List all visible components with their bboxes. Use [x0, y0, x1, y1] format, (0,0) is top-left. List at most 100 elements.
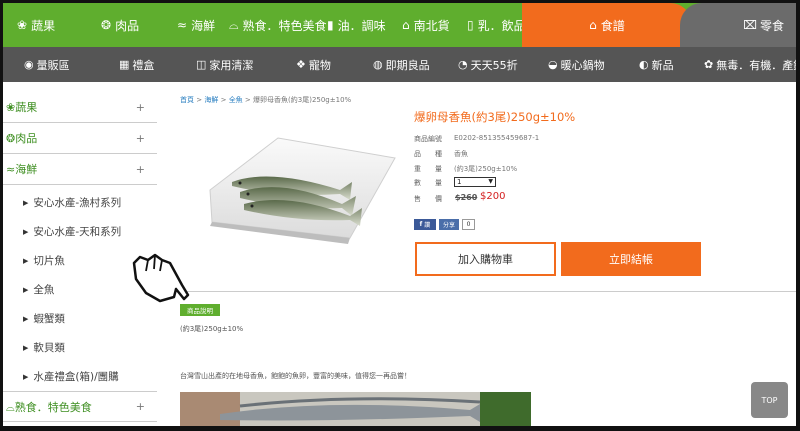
breadcrumb-whole-fish[interactable]: 全魚	[229, 96, 243, 104]
sidebar-subitem-label: 軟貝類	[33, 342, 65, 354]
sidebar-subitem-label: 安心水產-天和系列	[33, 226, 122, 238]
description-text: 台灣雪山出產的在地母香魚，飽飽的魚卵，豐富的美味，值得您一再品嘗！	[180, 372, 411, 380]
sub-tab-bulk[interactable]: ◉ 量販區	[24, 47, 70, 82]
top-tab-dairy[interactable]: ▯ 乳．飲品	[467, 3, 526, 47]
house-icon: ⌂	[402, 18, 410, 32]
expand-icon[interactable]: +	[136, 400, 145, 413]
sidebar-subitem[interactable]: ▶ 安心水產-天和系列	[3, 217, 157, 246]
meat-icon: ❂	[6, 132, 16, 145]
sidebar-item-label: 蔬果	[15, 101, 38, 114]
top-tab-seafood[interactable]: ≈ 海鮮	[177, 3, 215, 47]
field-label: 數 量	[414, 179, 442, 187]
social-share: f讚 分享 0	[414, 219, 475, 230]
sidebar-subitem[interactable]: ▶ 蝦蟹類	[3, 304, 157, 333]
top-tab-label: 零食	[759, 18, 784, 33]
milk-icon: ▯	[467, 18, 474, 32]
top-tab-label: 油．調味	[337, 18, 386, 33]
sidebar-subitem-label: 蝦蟹類	[33, 313, 65, 325]
sub-tab-hotpot[interactable]: ◒ 暖心鍋物	[548, 47, 605, 82]
dish-icon: ⌓	[229, 17, 239, 32]
new-icon: ◐	[639, 58, 649, 71]
snack-icon: ⌧	[743, 18, 757, 32]
add-to-cart-button[interactable]: 加入購物車	[415, 242, 556, 276]
top-tab-label: 乳．飲品	[477, 18, 526, 33]
section-divider	[165, 291, 796, 292]
expand-icon[interactable]: +	[136, 132, 145, 145]
sidebar-subitem[interactable]: ▶ 安心水產-漁村系列	[3, 188, 157, 217]
sub-tab-label: 無毒．有機．產銷	[716, 58, 800, 72]
breadcrumb-current: 爆卵母香魚(約3尾)250g±10%	[253, 96, 352, 104]
sub-tab-label: 新品	[651, 58, 674, 72]
sub-tab-label: 即期良品	[385, 58, 430, 72]
chat-icon: ◉	[24, 58, 34, 71]
breadcrumb: 首頁 > 海鮮 > 全魚 > 爆卵母香魚(約3尾)250g±10%	[180, 95, 351, 105]
top-tab-meat[interactable]: ❂ 肉品	[101, 3, 139, 47]
expand-icon[interactable]: +	[136, 163, 145, 176]
quantity-value: 1	[457, 178, 462, 186]
sub-tab-gift-box[interactable]: ▦ 禮盒	[119, 47, 154, 82]
expand-icon[interactable]: +	[136, 101, 145, 114]
top-tab-recipe[interactable]: ⌂ 食譜	[522, 3, 692, 47]
original-price: $260	[455, 193, 478, 202]
breadcrumb-separator: >	[196, 96, 203, 104]
sub-tab-label: 天天55折	[470, 58, 518, 72]
sidebar-subitem[interactable]: ▶ 水產禮盒(箱)/團購	[3, 362, 157, 391]
back-to-top-button[interactable]: TOP	[751, 382, 788, 418]
triangle-right-icon: ▶	[23, 285, 29, 294]
top-tab-label: 熟食．特色美食	[242, 18, 327, 33]
top-tab-snack[interactable]: ⌧ 零食	[680, 3, 796, 47]
top-tab-deli[interactable]: ⌓ 熟食．特色美食	[229, 3, 327, 47]
vegetable-icon: ❀	[17, 18, 28, 32]
triangle-right-icon: ▶	[23, 198, 29, 207]
sub-tab-expiring[interactable]: ◍ 即期良品	[373, 47, 430, 82]
sidebar-item-vegetable[interactable]: ❀蔬果 +	[3, 92, 157, 123]
quantity-select[interactable]: 1 ▼	[454, 177, 496, 187]
hand-pointer-icon	[132, 253, 190, 303]
pet-icon: ❖	[296, 58, 306, 71]
facebook-icon: f	[419, 221, 423, 228]
sidebar-subitem-label: 全魚	[33, 284, 55, 296]
product-variety-row: 品 種 香魚	[414, 149, 468, 159]
product-variety: 香魚	[454, 150, 468, 158]
sub-tab-cleaning[interactable]: ◫ 家用清潔	[196, 47, 253, 82]
sub-tab-pet[interactable]: ❖ 寵物	[296, 47, 331, 82]
top-tab-label: 食譜	[600, 18, 625, 33]
sub-tab-label: 寵物	[308, 58, 331, 72]
sidebar-item-deli[interactable]: ⌓熟食．特色美食 +	[3, 391, 157, 422]
breadcrumb-seafood[interactable]: 海鮮	[204, 96, 218, 104]
sub-tab-new[interactable]: ◐ 新品	[639, 47, 674, 82]
like-label: 讚	[424, 222, 431, 229]
share-count: 0	[462, 219, 475, 230]
sub-tab-organic[interactable]: ✿ 無毒．有機．產銷	[704, 47, 800, 82]
product-weight: (約3尾)250g±10%	[454, 165, 518, 173]
sidebar-subitem-label: 安心水產-漁村系列	[33, 197, 122, 209]
sub-tab-discount[interactable]: ◔ 天天55折	[458, 47, 518, 82]
sidebar-item-seafood[interactable]: ≈海鮮 +	[3, 154, 157, 185]
facebook-like-button[interactable]: f讚	[414, 219, 436, 230]
sidebar-subitem-label: 水產禮盒(箱)/團購	[33, 371, 119, 383]
product-image[interactable]	[200, 120, 400, 245]
sub-category-bar: ◉ 量販區 ▦ 禮盒 ◫ 家用清潔 ❖ 寵物 ◍ 即期良品 ◔ 天天55折 ◒ 暖心鍋物 ◐ 新…	[3, 47, 800, 82]
sidebar-subitem[interactable]: ▶ 軟貝類	[3, 333, 157, 362]
share-button[interactable]: 分享	[439, 219, 459, 230]
fish-icon: ≈	[177, 18, 188, 32]
triangle-right-icon: ▶	[23, 343, 29, 352]
top-tab-label: 南北貨	[413, 18, 450, 33]
breadcrumb-home[interactable]: 首頁	[180, 96, 194, 104]
product-weight-row: 重 量 (約3尾)250g±10%	[414, 164, 517, 174]
checkout-button[interactable]: 立即結帳	[561, 242, 701, 276]
top-tab-vegetable[interactable]: ❀ 蔬果	[17, 3, 55, 47]
top-tab-dry-goods[interactable]: ⌂ 南北貨	[402, 3, 450, 47]
leaf-icon: ✿	[704, 58, 714, 71]
sidebar-item-meat[interactable]: ❂肉品 +	[3, 123, 157, 154]
meat-icon: ❂	[101, 18, 112, 32]
top-tab-oil[interactable]: ▮ 油．調味	[327, 3, 386, 47]
sale-price: $200	[480, 191, 506, 202]
dish-icon: ⌓	[6, 400, 15, 414]
product-code: E0202-851355459687-1	[454, 134, 540, 142]
breadcrumb-separator: >	[244, 96, 251, 104]
cleaning-icon: ◫	[196, 58, 207, 71]
sidebar-subitem-label: 切片魚	[33, 255, 65, 267]
top-tab-label: 海鮮	[191, 18, 216, 33]
product-title: 爆卵母香魚(約3尾)250g±10%	[414, 110, 576, 124]
